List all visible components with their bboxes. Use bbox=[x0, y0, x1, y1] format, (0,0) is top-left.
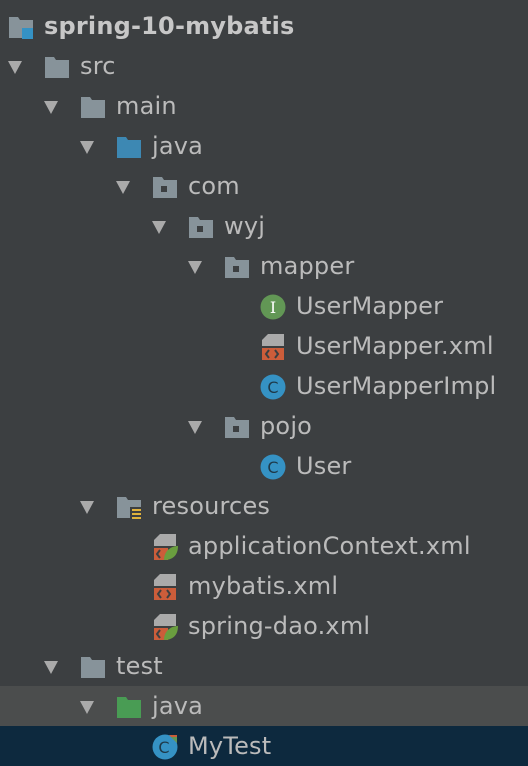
tree-row-pojo[interactable]: pojo bbox=[0, 406, 528, 446]
expand-arrow-icon[interactable] bbox=[44, 661, 58, 674]
class-icon: C bbox=[260, 454, 286, 480]
package-icon bbox=[189, 217, 213, 238]
package-icon bbox=[225, 417, 249, 438]
tree-label-src: src bbox=[80, 52, 116, 80]
interface-icon: I bbox=[260, 294, 286, 320]
expand-arrow-icon[interactable] bbox=[80, 701, 94, 714]
tree-row-project[interactable]: spring-10-mybatis bbox=[0, 6, 528, 46]
xml-file-icon bbox=[154, 574, 176, 600]
tree-label-main-java: java bbox=[152, 132, 204, 160]
tree-row-test-java[interactable]: java bbox=[0, 686, 528, 726]
test-class-icon-letter: C bbox=[158, 738, 169, 757]
tree-label-springdao: spring-dao.xml bbox=[188, 612, 371, 640]
tree-row-usermapper[interactable]: I UserMapper bbox=[0, 286, 528, 326]
tree-row-mapper[interactable]: mapper bbox=[0, 246, 528, 286]
expand-arrow-icon[interactable] bbox=[152, 221, 166, 234]
project-tree: spring-10-mybatis src main java com wyj … bbox=[0, 0, 528, 766]
tree-label-wyj: wyj bbox=[224, 212, 266, 240]
expand-arrow-icon[interactable] bbox=[188, 261, 202, 274]
class-icon-letter: C bbox=[267, 378, 278, 397]
folder-icon bbox=[81, 657, 105, 678]
tree-row-main-java[interactable]: java bbox=[0, 126, 528, 166]
tree-row-src[interactable]: src bbox=[0, 46, 528, 86]
tree-row-appctx[interactable]: applicationContext.xml bbox=[0, 526, 528, 566]
class-icon-letter: C bbox=[267, 458, 278, 477]
test-root-folder-icon bbox=[117, 697, 141, 718]
tree-label-usermapper-xml: UserMapper.xml bbox=[296, 332, 494, 360]
tree-row-test[interactable]: test bbox=[0, 646, 528, 686]
package-icon bbox=[153, 177, 177, 198]
spring-xml-file-icon bbox=[154, 534, 178, 560]
expand-arrow-icon[interactable] bbox=[44, 101, 58, 114]
expand-arrow-icon[interactable] bbox=[188, 421, 202, 434]
tree-label-project: spring-10-mybatis bbox=[44, 12, 295, 40]
xml-file-icon bbox=[262, 334, 284, 360]
folder-icon bbox=[45, 57, 69, 78]
tree-label-test-java: java bbox=[152, 692, 204, 720]
class-icon: C bbox=[260, 374, 286, 400]
tree-row-main[interactable]: main bbox=[0, 86, 528, 126]
interface-icon-letter: I bbox=[270, 298, 276, 317]
tree-label-com: com bbox=[188, 172, 240, 200]
tree-row-usermapperimpl[interactable]: C UserMapperImpl bbox=[0, 366, 528, 406]
expand-arrow-icon[interactable] bbox=[116, 181, 130, 194]
tree-row-user[interactable]: C User bbox=[0, 446, 528, 486]
tree-row-wyj[interactable]: wyj bbox=[0, 206, 528, 246]
expand-arrow-icon[interactable] bbox=[80, 141, 94, 154]
test-class-icon: C bbox=[152, 734, 178, 760]
resources-folder-icon bbox=[117, 497, 142, 520]
tree-label-main: main bbox=[116, 92, 177, 120]
tree-label-resources: resources bbox=[152, 492, 271, 520]
tree-label-usermapperimpl: UserMapperImpl bbox=[296, 372, 497, 400]
expand-arrow-icon[interactable] bbox=[80, 501, 94, 514]
spring-xml-file-icon bbox=[154, 614, 178, 640]
tree-row-springdao[interactable]: spring-dao.xml bbox=[0, 606, 528, 646]
tree-label-mapper: mapper bbox=[260, 252, 355, 280]
tree-label-mytest: MyTest bbox=[188, 732, 272, 760]
folder-icon bbox=[81, 97, 105, 118]
tree-label-test: test bbox=[116, 652, 163, 680]
source-root-folder-icon bbox=[117, 137, 141, 158]
module-folder-icon bbox=[9, 17, 33, 39]
tree-row-mytest[interactable]: C MyTest bbox=[0, 726, 528, 766]
tree-label-usermapper: UserMapper bbox=[296, 292, 444, 320]
package-icon bbox=[225, 257, 249, 278]
tree-label-mybatis: mybatis.xml bbox=[188, 572, 339, 600]
tree-row-mybatis[interactable]: mybatis.xml bbox=[0, 566, 528, 606]
expand-arrow-icon[interactable] bbox=[8, 61, 22, 74]
tree-label-pojo: pojo bbox=[260, 412, 313, 440]
tree-label-user: User bbox=[296, 452, 352, 480]
tree-label-appctx: applicationContext.xml bbox=[188, 532, 471, 560]
tree-row-resources[interactable]: resources bbox=[0, 486, 528, 526]
tree-row-clipped bbox=[0, 0, 528, 4]
tree-row-com[interactable]: com bbox=[0, 166, 528, 206]
tree-row-usermapper-xml[interactable]: UserMapper.xml bbox=[0, 326, 528, 366]
